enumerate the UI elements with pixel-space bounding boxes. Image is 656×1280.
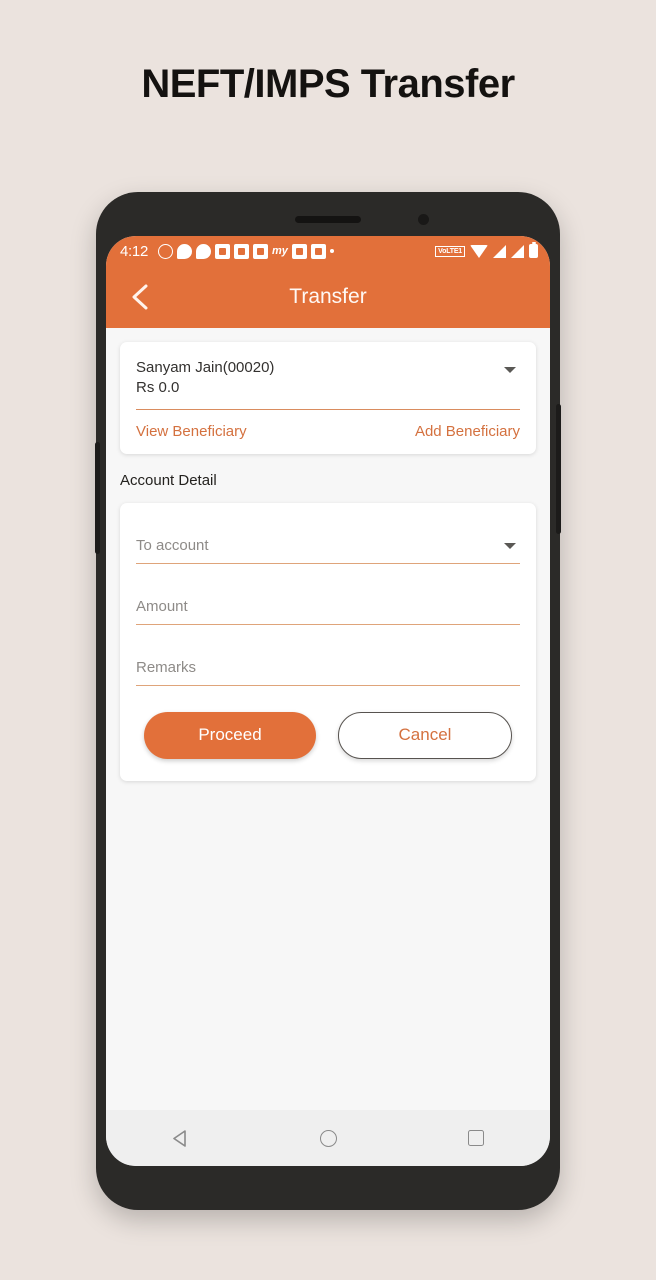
message-bubble-icon xyxy=(177,243,192,259)
photo-app-icon xyxy=(291,243,307,259)
phone-side-button-left[interactable] xyxy=(95,442,100,554)
status-right-icons: VoLTE1 xyxy=(435,241,538,258)
status-bar: 4:12 my VoLTE1 xyxy=(106,236,550,266)
account-text: Sanyam Jain(00020) Rs 0.0 xyxy=(136,358,504,399)
view-beneficiary-link[interactable]: View Beneficiary xyxy=(136,423,247,440)
battery-icon xyxy=(529,241,538,258)
volte-badge: VoLTE1 xyxy=(435,245,465,257)
chevron-left-icon xyxy=(132,284,148,310)
notification-icons: my xyxy=(158,243,334,259)
app-body: Sanyam Jain(00020) Rs 0.0 View Beneficia… xyxy=(106,328,550,1110)
signal-icon-1 xyxy=(493,244,506,258)
recents-square-icon xyxy=(468,1130,484,1146)
beneficiary-row: View Beneficiary Add Beneficiary xyxy=(136,410,520,440)
phone-frame: 4:12 my VoLTE1 Transfer Sanyam Jain(0002… xyxy=(95,192,561,1210)
remarks-placeholder: Remarks xyxy=(136,658,197,676)
caret-down-icon xyxy=(504,543,516,549)
wifi-icon xyxy=(470,244,488,258)
caret-down-icon xyxy=(504,367,516,373)
phone-side-button-right[interactable] xyxy=(556,404,561,534)
speaker-grille-icon xyxy=(295,216,361,223)
account-detail-heading: Account Detail xyxy=(120,471,217,489)
button-row: Proceed Cancel xyxy=(136,711,520,759)
shield-app-icon xyxy=(310,243,326,259)
account-card: Sanyam Jain(00020) Rs 0.0 View Beneficia… xyxy=(120,342,536,454)
app-bar-title: Transfer xyxy=(289,285,367,308)
home-circle-icon xyxy=(319,1129,337,1147)
remarks-field[interactable]: Remarks xyxy=(136,651,520,686)
amount-field[interactable]: Amount xyxy=(136,590,520,625)
nav-home-button[interactable] xyxy=(300,1117,356,1159)
add-beneficiary-link[interactable]: Add Beneficiary xyxy=(415,423,520,440)
chat-bubble-icon xyxy=(196,243,211,259)
whatsapp-icon xyxy=(158,243,173,259)
android-nav-bar xyxy=(106,1110,550,1166)
to-account-placeholder: To account xyxy=(136,536,209,554)
account-name: Sanyam Jain(00020) xyxy=(136,359,275,376)
account-detail-form-card: To account Amount Remarks Proceed Cancel xyxy=(120,502,536,781)
proceed-button[interactable]: Proceed xyxy=(144,711,316,759)
video-download-icon-2 xyxy=(234,243,249,259)
nav-back-button[interactable] xyxy=(152,1117,208,1159)
to-account-field[interactable]: To account xyxy=(136,529,520,564)
account-selector-dropdown[interactable]: Sanyam Jain(00020) Rs 0.0 xyxy=(136,358,520,410)
amount-placeholder: Amount xyxy=(136,597,188,615)
back-button[interactable] xyxy=(114,271,166,323)
video-download-icon-3 xyxy=(253,243,268,259)
account-balance: Rs 0.0 xyxy=(136,379,180,397)
video-download-icon-1 xyxy=(215,243,230,259)
more-dot-icon xyxy=(329,249,334,253)
signal-icon-2 xyxy=(511,244,524,258)
nav-recents-button[interactable] xyxy=(448,1117,504,1159)
status-time: 4:12 xyxy=(120,242,148,260)
app-bar: Transfer xyxy=(106,266,550,328)
my-app-icon: my xyxy=(272,244,288,257)
back-triangle-icon xyxy=(172,1129,186,1147)
page-title: NEFT/IMPS Transfer xyxy=(141,62,515,106)
phone-screen: 4:12 my VoLTE1 Transfer Sanyam Jain(0002… xyxy=(106,236,550,1166)
front-camera-icon xyxy=(418,214,429,225)
cancel-button[interactable]: Cancel xyxy=(338,711,512,759)
